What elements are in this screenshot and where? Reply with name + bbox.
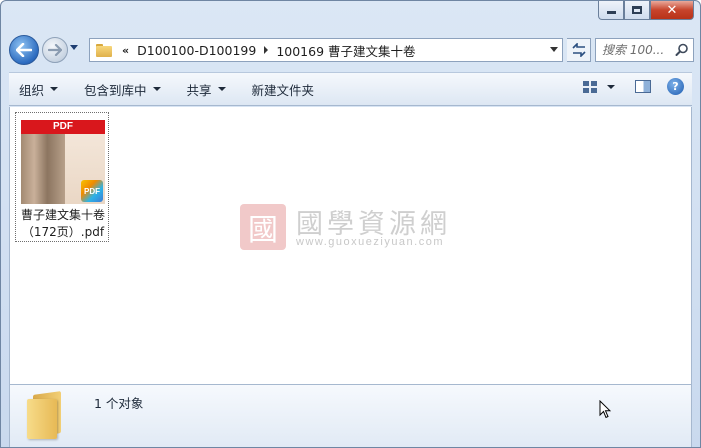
maximize-button[interactable]	[624, 1, 650, 20]
arrow-right-icon	[48, 44, 62, 56]
file-list-area[interactable]: PDF PDF 曹子建文集十卷 （172页）.pdf 國 國學資源網 www.g…	[9, 107, 692, 384]
file-name-line2: （172页）.pdf	[21, 225, 105, 239]
dropdown-arrow-icon	[50, 87, 59, 91]
dropdown-arrow-icon	[152, 87, 161, 91]
scan-page-left	[21, 134, 65, 204]
search-input[interactable]	[602, 43, 678, 57]
recent-pages-dropdown[interactable]	[70, 45, 78, 50]
minimize-icon	[606, 11, 616, 14]
forward-button[interactable]	[42, 37, 68, 63]
folder-large-icon	[27, 391, 69, 439]
view-dropdown-arrow-icon[interactable]	[607, 84, 615, 89]
dropdown-arrow-icon	[217, 87, 226, 91]
minimize-button[interactable]	[598, 1, 624, 20]
share-menu[interactable]: 共享	[177, 77, 236, 101]
share-label: 共享	[186, 82, 212, 98]
item-count: 1 个对象	[94, 396, 144, 411]
organize-label: 组织	[19, 82, 45, 98]
preview-pane-icon[interactable]	[635, 80, 651, 93]
pdf-thumbnail: PDF PDF	[21, 120, 105, 204]
file-name: 曹子建文集十卷 （172页）.pdf	[16, 207, 110, 241]
watermark-seal-icon: 國	[240, 204, 286, 250]
maximize-icon	[632, 6, 642, 14]
view-controls: ?	[583, 78, 684, 95]
arrow-left-icon	[16, 43, 32, 57]
watermark-url: www.guoxueziyuan.com	[296, 236, 445, 248]
close-icon: ✕	[666, 2, 678, 18]
include-in-library-label: 包含到库中	[84, 82, 147, 98]
include-in-library-menu[interactable]: 包含到库中	[74, 77, 171, 101]
back-button[interactable]	[9, 35, 39, 65]
new-folder-label: 新建文件夹	[251, 82, 315, 98]
command-bar: 组织 包含到库中 共享 新建文件夹 ?	[9, 72, 692, 106]
address-bar[interactable]: « D100100-D100199 100169 曹子建文集十卷	[89, 38, 563, 62]
watermark: 國 國學資源網 www.guoxueziyuan.com	[240, 202, 480, 262]
details-pane: 1 个对象	[9, 384, 692, 447]
pdf-banner: PDF	[21, 120, 105, 134]
file-item-pdf[interactable]: PDF PDF 曹子建文集十卷 （172页）.pdf	[15, 112, 109, 242]
breadcrumb-item[interactable]: D100100-D100199	[137, 43, 256, 58]
folder-icon	[96, 43, 112, 57]
caption-buttons: ✕	[598, 1, 694, 20]
search-icon[interactable]	[675, 43, 689, 60]
organize-menu[interactable]: 组织	[9, 77, 68, 101]
breadcrumb-overflow[interactable]: «	[122, 44, 129, 57]
navigation-bar: « D100100-D100199 100169 曹子建文集十卷	[9, 34, 694, 66]
refresh-button[interactable]	[567, 38, 591, 62]
change-view-icon[interactable]	[583, 80, 597, 93]
breadcrumb-separator-icon[interactable]	[264, 46, 269, 54]
pdf-app-icon: PDF	[81, 180, 103, 202]
breadcrumb-item[interactable]: 100169 曹子建文集十卷	[276, 41, 415, 60]
explorer-window: ✕ « D100100-D100199 100169 曹子建文集十卷 搜索 10…	[0, 0, 701, 448]
close-button[interactable]: ✕	[650, 1, 694, 20]
file-name-line1: 曹子建文集十卷	[20, 208, 105, 222]
help-icon[interactable]: ?	[667, 78, 684, 95]
new-folder-button[interactable]: 新建文件夹	[242, 77, 325, 101]
mouse-cursor-icon	[599, 399, 612, 422]
address-dropdown-icon[interactable]	[550, 47, 558, 52]
search-box[interactable]	[595, 38, 694, 62]
refresh-icon	[571, 43, 586, 57]
